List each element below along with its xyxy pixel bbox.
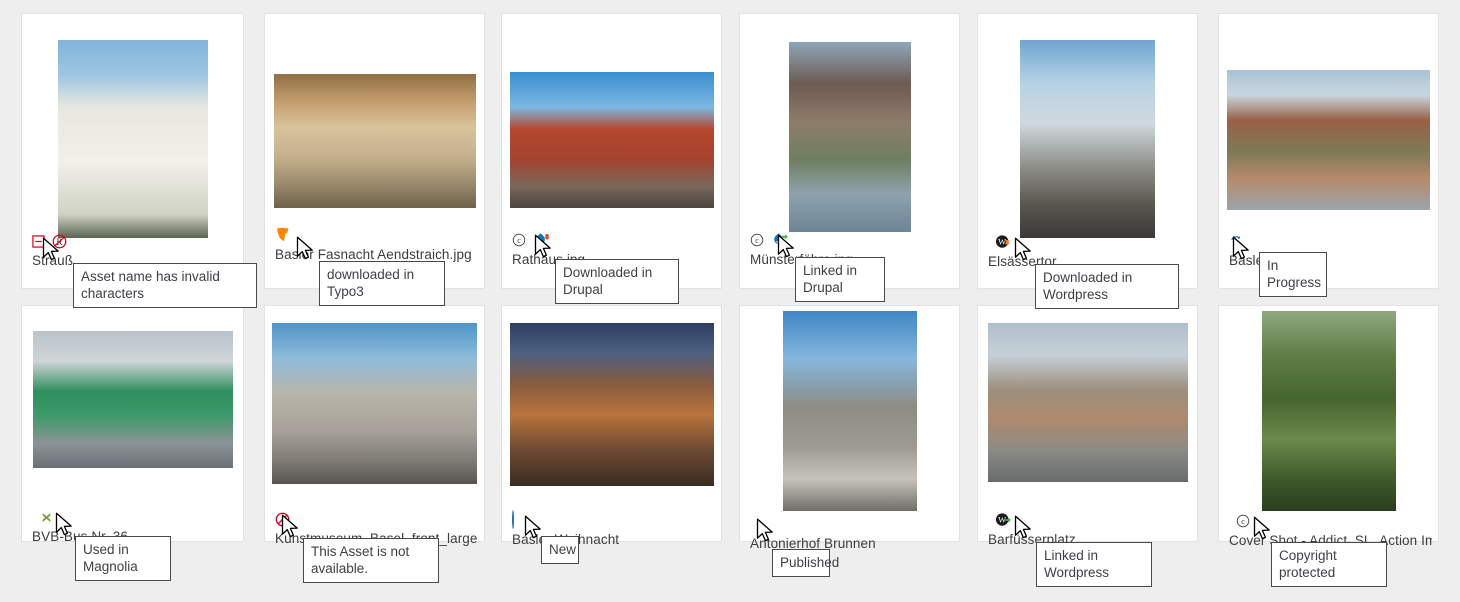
- asset-card[interactable]: W Elsässertor: [977, 13, 1198, 289]
- status-tooltip: downloaded in Typo3: [319, 261, 445, 306]
- mouse-cursor: [1253, 516, 1273, 542]
- asset-thumbnail[interactable]: [32, 331, 233, 468]
- asset-thumbnail[interactable]: [273, 74, 476, 208]
- asset-meta: Antonierhof Brunnen: [750, 515, 953, 553]
- mouse-cursor: [55, 512, 75, 538]
- asset-card[interactable]: Kunstmuseum_Basel_front_large.jpg: [264, 305, 485, 546]
- asset-card[interactable]: cMünsterfähre.jpg: [739, 13, 960, 289]
- asset-badges: [750, 515, 953, 533]
- status-tooltip: Used in Magnolia: [75, 536, 171, 581]
- status-tooltip: New: [541, 536, 579, 564]
- status-tooltip: Downloaded in Drupal: [555, 259, 679, 304]
- mouse-cursor: [281, 514, 301, 540]
- asset-thumbnail[interactable]: [1261, 311, 1396, 511]
- asset-thumbnail-wrap: [1219, 311, 1438, 511]
- asset-card[interactable]: Basler Weihnacht: [501, 305, 722, 547]
- copyright-icon[interactable]: c: [512, 233, 526, 247]
- mouse-cursor: [534, 234, 554, 260]
- mouse-cursor: [1014, 515, 1034, 541]
- wordpress-linked-icon[interactable]: W: [995, 512, 1012, 528]
- mouse-cursor: [296, 236, 316, 262]
- mouse-cursor: [1014, 237, 1034, 263]
- wordpress-downloaded-icon[interactable]: W: [995, 234, 1012, 250]
- magnolia-used-icon[interactable]: [39, 510, 54, 525]
- status-tooltip: Linked in Drupal: [795, 257, 885, 302]
- asset-thumbnail-wrap: [502, 72, 721, 208]
- svg-text:c: c: [1241, 517, 1245, 526]
- mouse-cursor: [42, 237, 62, 263]
- mouse-cursor: [777, 234, 797, 260]
- asset-badges: R: [32, 232, 237, 250]
- asset-thumbnail-wrap: [978, 40, 1197, 238]
- asset-thumbnail[interactable]: [57, 40, 208, 238]
- asset-thumbnail-wrap: [22, 331, 243, 468]
- asset-thumbnail[interactable]: [1020, 40, 1155, 238]
- asset-thumbnail-wrap: [1219, 70, 1438, 210]
- status-tooltip: Downloaded in Wordpress: [1035, 264, 1179, 309]
- asset-thumbnail-wrap: [22, 40, 243, 238]
- asset-thumbnail-wrap: [265, 323, 484, 484]
- asset-thumbnail-wrap: [740, 42, 959, 232]
- asset-thumbnail-wrap: [502, 323, 721, 486]
- status-tooltip: This Asset is not available.: [303, 538, 439, 583]
- mouse-cursor: [524, 515, 544, 541]
- asset-thumbnail-wrap: [740, 311, 959, 511]
- asset-badges: [1229, 232, 1432, 250]
- svg-text:W: W: [998, 515, 1006, 525]
- asset-card[interactable]: W Barfüsserplatz: [977, 305, 1198, 547]
- status-tooltip: Published: [772, 549, 839, 577]
- mouse-cursor: [756, 518, 776, 544]
- mouse-cursor: [1232, 236, 1252, 262]
- asset-thumbnail[interactable]: [782, 311, 917, 511]
- copyright-icon[interactable]: c: [1236, 514, 1250, 528]
- svg-text:W: W: [998, 237, 1006, 247]
- copyright-icon[interactable]: c: [750, 233, 764, 247]
- asset-thumbnail[interactable]: [509, 323, 714, 486]
- asset-thumbnail-wrap: [265, 74, 484, 208]
- asset-thumbnail[interactable]: [1227, 70, 1430, 210]
- asset-card[interactable]: cCover Shot - Addict_SL_Action Image_...: [1218, 305, 1439, 548]
- asset-card[interactable]: Antonierhof Brunnen: [739, 305, 960, 551]
- asset-thumbnail[interactable]: [509, 72, 714, 208]
- asset-badges: [275, 510, 478, 528]
- asset-card[interactable]: BVB-Bus Nr. 36: [21, 305, 244, 544]
- svg-text:c: c: [755, 236, 759, 245]
- status-tooltip: Copyright protected: [1271, 542, 1387, 587]
- typo3-downloaded-icon[interactable]: [275, 227, 290, 243]
- status-tooltip: Asset name has invalid characters: [73, 263, 257, 308]
- asset-thumbnail[interactable]: [987, 323, 1188, 482]
- asset-grid: RStraußAsset name has invalid characters…: [0, 0, 1460, 602]
- asset-thumbnail[interactable]: [272, 323, 477, 484]
- asset-thumbnail[interactable]: [788, 42, 911, 232]
- svg-text:c: c: [517, 236, 521, 245]
- asset-thumbnail-wrap: [978, 323, 1197, 482]
- status-tooltip: Linked in Wordpress: [1036, 542, 1152, 587]
- status-tooltip: In Progress: [1259, 252, 1327, 297]
